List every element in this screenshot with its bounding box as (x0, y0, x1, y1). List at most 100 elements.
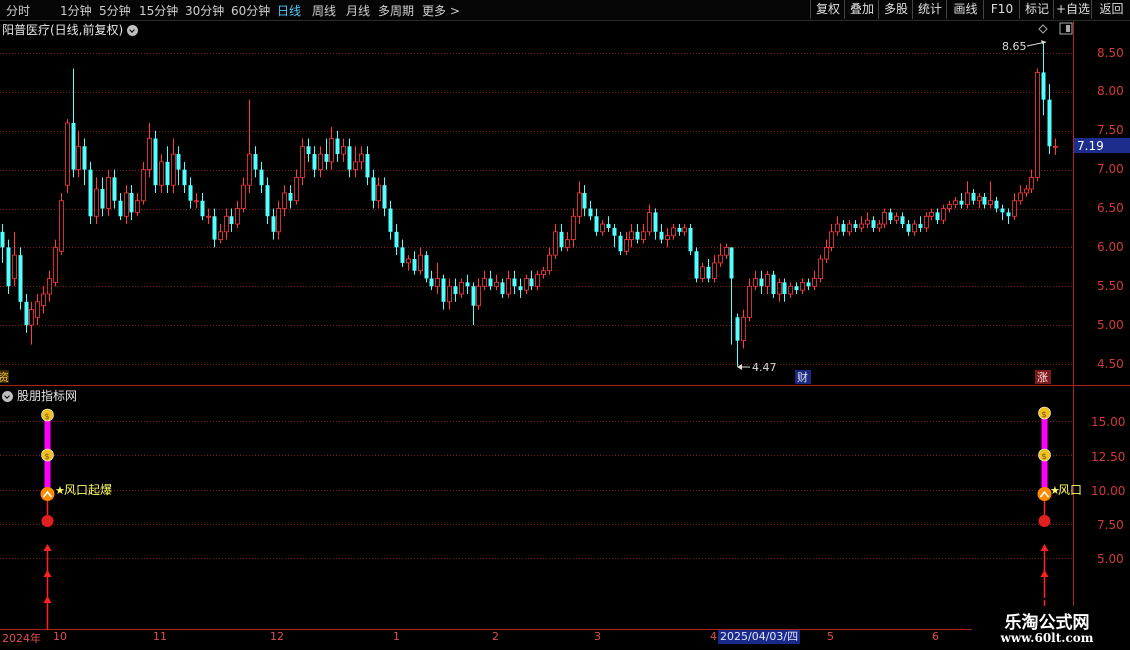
candle-body (12, 254, 17, 279)
candle-body (529, 278, 534, 287)
candle-body (471, 286, 476, 306)
candle-body (324, 154, 329, 162)
candle-body (524, 278, 529, 291)
indicator-tick: 12.50 (1091, 450, 1125, 464)
candle-body (841, 224, 846, 232)
candle-body (165, 161, 170, 186)
candle-body (782, 282, 787, 295)
indicator-tick: 5.00 (1097, 552, 1124, 566)
candle-body (318, 153, 323, 171)
candle-body (771, 274, 776, 295)
candle-body (418, 254, 423, 272)
signal-right: $ $ ★ 风口 (1037, 406, 1082, 630)
candle-body (824, 246, 829, 260)
candle-body (953, 200, 958, 206)
candle-body (465, 282, 470, 287)
candle-body (977, 196, 982, 202)
candle-body (577, 192, 582, 217)
candle-body (777, 281, 782, 295)
candle-body (135, 200, 140, 213)
price-tick: 5.00 (1097, 318, 1124, 332)
candle-body (659, 231, 664, 240)
candle-body (488, 278, 493, 287)
candle-body (71, 122, 76, 170)
signal-label: 风口起爆 (64, 483, 112, 497)
cursor-date-badge: 2025/04/03/四 (718, 630, 801, 644)
candle-body (229, 216, 234, 225)
price-tick: 6.00 (1097, 240, 1124, 254)
red-signal-icon (41, 515, 54, 527)
event-marker-zhang[interactable]: 涨 (1037, 371, 1048, 384)
candle-body (76, 145, 81, 171)
candle-body (888, 212, 893, 221)
candle-body (424, 255, 429, 279)
indicator-grid (0, 421, 1073, 559)
indicator-tick-labels: 15.00 12.50 10.00 7.50 5.00 (1091, 415, 1125, 566)
candle-body (6, 247, 11, 287)
candle-body (612, 227, 617, 236)
candle-body (176, 154, 181, 170)
candle-body (582, 192, 587, 209)
candle-body (118, 200, 123, 217)
candle-body (1047, 99, 1052, 147)
candle-body (88, 169, 93, 217)
candle-body (1012, 200, 1017, 217)
candle-body (724, 246, 729, 256)
candle-body (500, 282, 505, 295)
candle-body (371, 177, 376, 201)
candle-body (259, 169, 264, 186)
kline-chart[interactable]: 8.50 8.00 7.50 7.00 6.50 6.00 5.50 5.00 … (0, 0, 1130, 650)
indicator-tick: 10.00 (1091, 484, 1125, 498)
month-label-6: 6 (932, 630, 939, 643)
event-marker-cai[interactable]: 财 (797, 370, 808, 384)
candle-body (541, 270, 546, 275)
panel-toggle-fill (1066, 25, 1070, 32)
candle-body (588, 208, 593, 217)
candle-body (476, 285, 481, 307)
candle-body (688, 227, 693, 252)
candle-body (112, 177, 117, 201)
money-bag-glyph: $ (1042, 452, 1047, 461)
candle-body (453, 286, 458, 295)
candle-body (712, 262, 717, 279)
candle-body (365, 154, 370, 178)
candle-body (829, 231, 834, 248)
candle-body (759, 278, 764, 287)
candle-body (894, 215, 899, 221)
high-price-label: 8.65 (1002, 40, 1027, 53)
candle-body (677, 227, 682, 232)
candle-body (271, 216, 276, 232)
candle-body (394, 231, 399, 248)
price-tick: 7.50 (1097, 123, 1124, 137)
money-bag-glyph: $ (45, 452, 50, 461)
diamond-icon[interactable] (1038, 24, 1048, 34)
candle-body (253, 154, 258, 170)
candle-body (429, 278, 434, 287)
candle-body (741, 316, 746, 342)
candle-body (812, 278, 817, 287)
candle-body (729, 247, 734, 279)
candle-body (765, 274, 770, 287)
candle-body (906, 224, 911, 232)
candle-body (171, 153, 176, 186)
candle-body (265, 185, 270, 217)
indicator-tick: 7.50 (1097, 518, 1124, 532)
candle-body (47, 278, 52, 295)
month-label-11: 11 (153, 630, 167, 643)
candle-body (918, 224, 923, 228)
candle-body (153, 138, 158, 186)
price-tick: 5.50 (1097, 279, 1124, 293)
candle-body (353, 161, 358, 171)
candle-body (753, 278, 758, 287)
candle-body (200, 200, 205, 217)
candle-body (871, 220, 876, 228)
candle-body (535, 274, 540, 287)
candle-body (718, 254, 723, 264)
watermark-title: 乐淘公式网 (1004, 613, 1090, 633)
candle-body (982, 196, 987, 205)
candle-body (735, 317, 740, 341)
event-marker-left[interactable]: 资 (0, 371, 9, 384)
candle-body (682, 227, 687, 233)
candle-body (947, 204, 952, 209)
candle-body (65, 122, 70, 186)
